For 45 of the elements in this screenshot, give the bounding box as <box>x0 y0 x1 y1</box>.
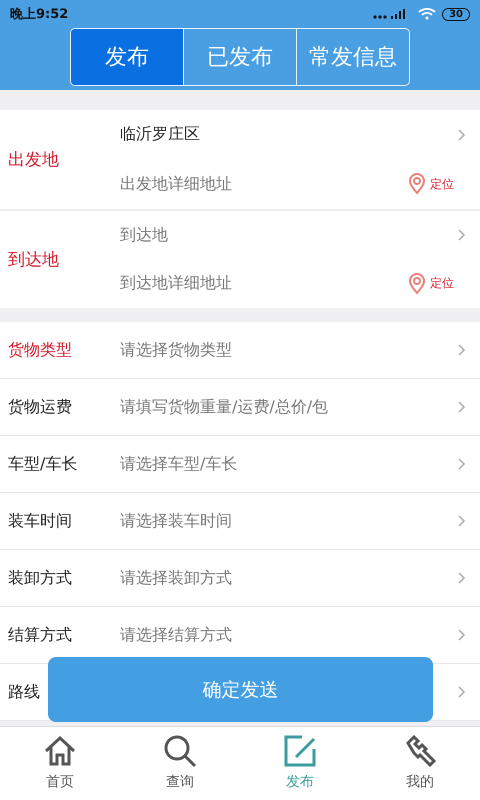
submit-button[interactable]: 确定发送 <box>48 657 433 722</box>
chevron-icon <box>458 515 466 527</box>
address-placeholder[interactable]: 出发地详细地址 <box>120 174 232 194</box>
nav-item[interactable]: 发布 <box>260 727 340 800</box>
tab[interactable]: 发布 <box>71 29 183 85</box>
chevron-icon <box>458 572 466 584</box>
status-time: 晚上9:52 <box>10 6 68 23</box>
search-icon <box>162 733 198 769</box>
field-label: 货物类型 <box>7 340 73 360</box>
field-placeholder[interactable]: 请选择装车时间 <box>120 510 458 532</box>
field-label: 装卸方式 <box>7 568 73 588</box>
battery-indicator: 30 <box>442 8 470 20</box>
field-label: 出发地 <box>7 149 60 171</box>
locate-button[interactable]: 定位 <box>408 173 466 195</box>
tab[interactable]: 已发布 <box>183 29 296 85</box>
tab[interactable]: 常发信息 <box>296 29 409 85</box>
field-placeholder[interactable]: 请选择车型/车长 <box>120 454 458 474</box>
field-label: 货物运费 <box>7 396 73 418</box>
field-placeholder[interactable]: 请填写货物重量/运费/总价/包 <box>120 396 458 418</box>
field-label: 结算方式 <box>7 624 73 646</box>
chevron-icon <box>458 686 466 698</box>
nav-item[interactable]: 查询 <box>140 727 220 800</box>
address-placeholder[interactable]: 到达地详细地址 <box>120 273 232 294</box>
nav-item[interactable]: 我的 <box>380 727 460 800</box>
edit-icon <box>282 733 318 769</box>
chevron-icon <box>458 344 466 356</box>
field-placeholder[interactable]: 请选择结算方式 <box>120 624 458 646</box>
chevron-icon <box>458 629 466 641</box>
field-placeholder[interactable]: 请选择装卸方式 <box>120 568 458 588</box>
field-label: 到达地 <box>7 249 60 271</box>
chevron-icon <box>458 458 466 470</box>
location-pin-icon <box>408 272 426 294</box>
chevron-icon <box>458 229 466 241</box>
field-label: 路线 <box>7 682 41 702</box>
nav-item[interactable]: 首页 <box>20 727 100 800</box>
location-pin-icon <box>408 173 426 195</box>
field-placeholder[interactable]: 请选择货物类型 <box>120 340 458 360</box>
location-value[interactable]: 临沂罗庄区 <box>120 124 200 145</box>
field-label: 车型/车长 <box>7 454 78 474</box>
chevron-icon <box>458 401 466 413</box>
wifi-icon <box>418 8 436 20</box>
chevron-icon <box>458 128 466 140</box>
locate-button[interactable]: 定位 <box>408 272 466 294</box>
field-label: 装车时间 <box>7 510 73 532</box>
location-placeholder[interactable]: 到达地 <box>120 224 168 246</box>
